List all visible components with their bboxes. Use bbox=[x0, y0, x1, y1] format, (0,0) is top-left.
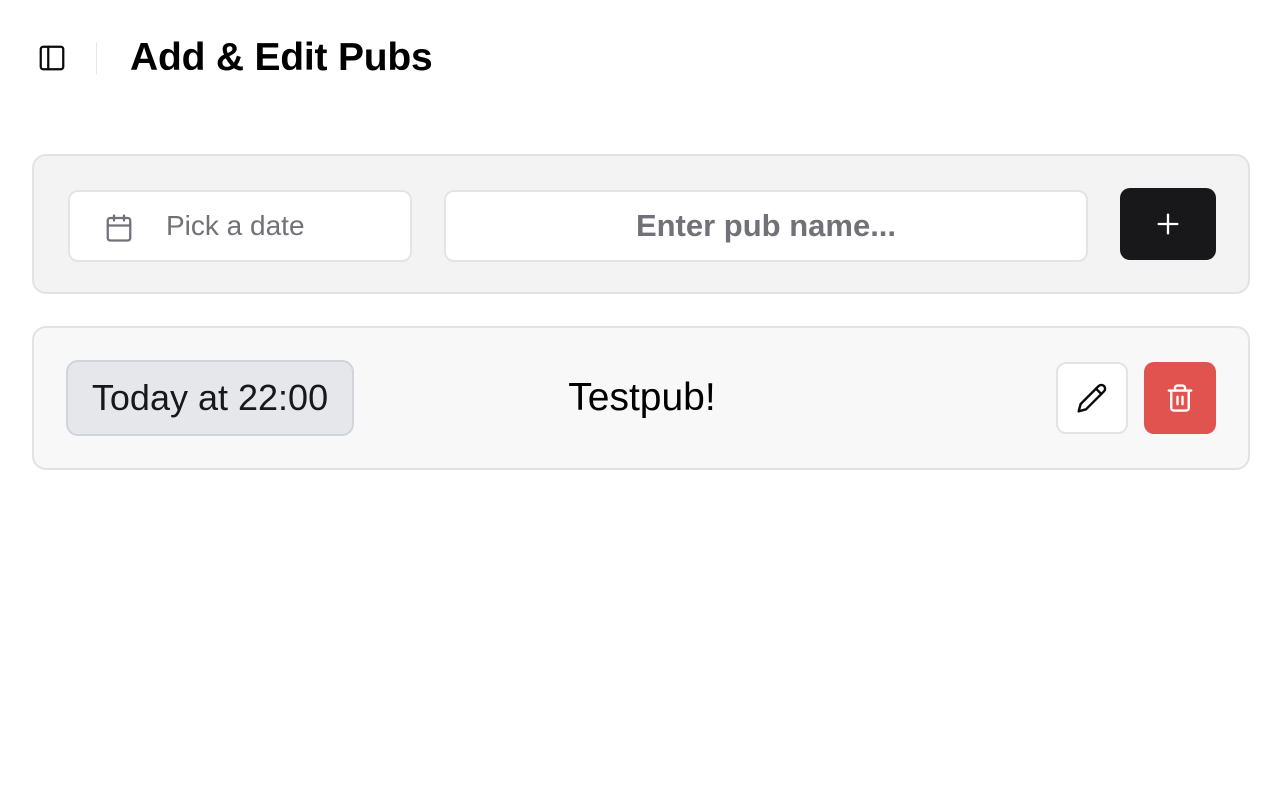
sidebar-toggle-icon bbox=[39, 45, 65, 71]
sidebar-toggle-button[interactable] bbox=[32, 38, 72, 78]
pub-name: Testpub! bbox=[568, 376, 716, 419]
pub-date-badge[interactable]: Today at 22:00 bbox=[66, 360, 354, 436]
trash-icon bbox=[1167, 384, 1193, 412]
plus-icon bbox=[1157, 213, 1179, 235]
pencil-icon bbox=[1077, 383, 1107, 413]
edit-pub-button[interactable] bbox=[1056, 362, 1128, 434]
page-title: Add & Edit Pubs bbox=[130, 36, 433, 79]
pub-list-item: Today at 22:00 Testpub! bbox=[32, 326, 1250, 470]
page-header: Add & Edit Pubs bbox=[0, 0, 1264, 118]
pub-name-input[interactable] bbox=[444, 190, 1088, 262]
date-picker-placeholder: Pick a date bbox=[166, 210, 305, 241]
add-pub-form: Pick a date bbox=[32, 154, 1250, 294]
date-picker-button[interactable]: Pick a date bbox=[68, 190, 412, 262]
add-pub-button[interactable] bbox=[1120, 188, 1216, 260]
header-divider bbox=[96, 42, 97, 74]
delete-pub-button[interactable] bbox=[1144, 362, 1216, 434]
calendar-icon bbox=[106, 214, 132, 242]
